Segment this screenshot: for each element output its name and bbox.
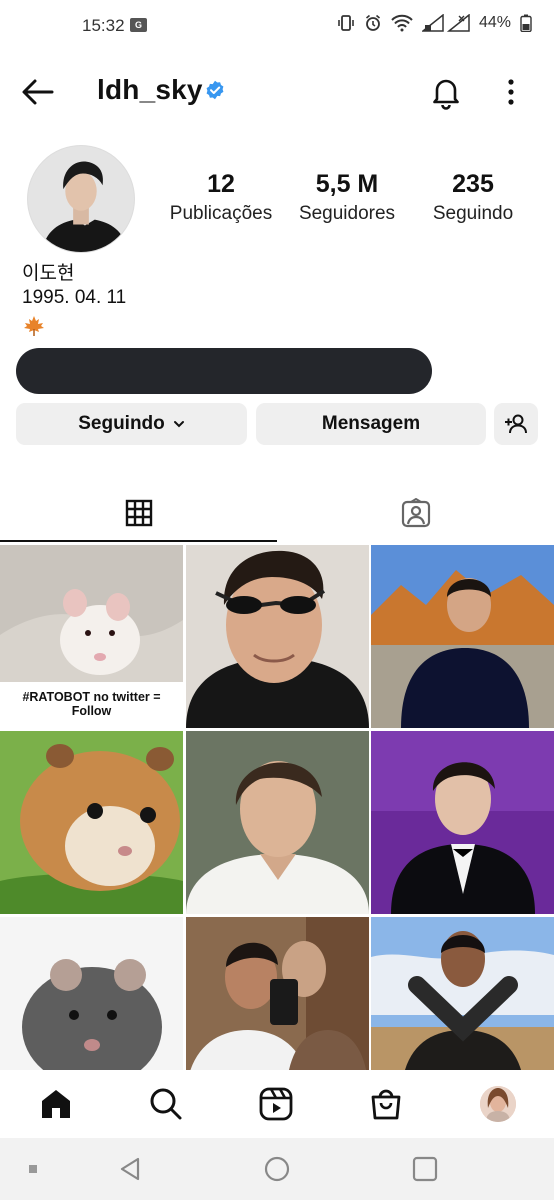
post-image-man-landscape bbox=[371, 545, 554, 728]
message-button-label: Mensagem bbox=[321, 413, 421, 434]
tagged-person-icon bbox=[401, 498, 430, 528]
stat-posts[interactable]: 12 Publicações bbox=[160, 170, 282, 225]
post-image-man-gloves bbox=[371, 917, 554, 1070]
back-arrow-icon[interactable] bbox=[18, 74, 58, 110]
profile-avatar-tab[interactable] bbox=[480, 1086, 516, 1122]
post-image-grey-rat bbox=[0, 917, 183, 1070]
post-image-two-men-selfie bbox=[186, 917, 369, 1070]
following-button[interactable]: Seguindo bbox=[16, 403, 247, 445]
vibrate-icon bbox=[338, 15, 354, 31]
signal-icon bbox=[421, 14, 470, 32]
post-thumbnail[interactable] bbox=[0, 917, 183, 1070]
post-thumbnail[interactable] bbox=[186, 545, 369, 728]
post-thumbnail[interactable] bbox=[186, 731, 369, 914]
post-image-man-white-shirt bbox=[186, 731, 369, 914]
my-avatar-thumb bbox=[480, 1086, 516, 1122]
post-thumbnail[interactable] bbox=[371, 731, 554, 914]
post-thumbnail[interactable] bbox=[0, 731, 183, 914]
posts-label: Publicações bbox=[169, 203, 273, 224]
post-image-man-tuxedo bbox=[371, 731, 554, 914]
tab-tagged[interactable] bbox=[277, 484, 554, 542]
status-icons: 44% bbox=[337, 14, 532, 32]
profile-header: ldh_sky bbox=[0, 60, 554, 124]
add-person-icon bbox=[505, 414, 527, 434]
wifi-icon bbox=[391, 14, 413, 32]
followers-count: 5,5 M bbox=[315, 170, 379, 198]
active-tab-indicator bbox=[0, 540, 277, 542]
shop-icon[interactable] bbox=[368, 1086, 404, 1122]
home-circle-icon[interactable] bbox=[264, 1156, 290, 1182]
post-thumbnail[interactable] bbox=[371, 917, 554, 1070]
search-icon[interactable] bbox=[148, 1086, 184, 1122]
post-image-man-sunglasses bbox=[186, 545, 369, 728]
home-icon[interactable] bbox=[38, 1086, 74, 1122]
recents-dot-icon[interactable] bbox=[28, 1164, 38, 1174]
post-thumbnail[interactable] bbox=[371, 545, 554, 728]
stat-followers[interactable]: 5,5 M Seguidores bbox=[290, 170, 404, 225]
maple-leaf-icon bbox=[24, 316, 44, 336]
verified-badge-icon bbox=[206, 80, 224, 100]
post-thumbnail[interactable]: #RATOBOT no twitter = Follow bbox=[0, 545, 183, 728]
tab-posts-grid[interactable] bbox=[0, 484, 277, 542]
post-thumbnail[interactable] bbox=[186, 917, 369, 1070]
profile-avatar[interactable] bbox=[27, 145, 135, 253]
alarm-icon bbox=[365, 14, 380, 31]
notification-bell-icon[interactable] bbox=[428, 74, 464, 110]
battery-icon bbox=[520, 14, 532, 32]
reels-icon[interactable] bbox=[258, 1086, 294, 1122]
following-count: 235 bbox=[452, 170, 494, 198]
status-bar: 15:32 G 44% bbox=[0, 0, 554, 54]
bio-date: 1995. 04. 11 bbox=[22, 287, 127, 308]
bio-name: 이도현 bbox=[22, 263, 75, 284]
bottom-navigation bbox=[0, 1070, 554, 1138]
message-button[interactable]: Mensagem bbox=[256, 403, 486, 445]
posts-grid: #RATOBOT no twitter = Follow bbox=[0, 545, 554, 1070]
posts-count: 12 bbox=[207, 170, 235, 198]
following-button-label: Seguindo bbox=[78, 413, 165, 434]
followers-label: Seguidores bbox=[298, 203, 396, 224]
system-navigation bbox=[0, 1138, 554, 1200]
redacted-link bbox=[16, 348, 432, 394]
more-options-icon[interactable] bbox=[498, 76, 524, 108]
grid-icon bbox=[125, 499, 152, 527]
chevron-down-icon bbox=[173, 421, 184, 428]
following-label: Seguindo bbox=[432, 203, 514, 224]
avatar-portrait bbox=[28, 146, 134, 252]
post-caption: #RATOBOT no twitter = Follow bbox=[0, 682, 183, 728]
back-triangle-icon[interactable] bbox=[118, 1156, 142, 1182]
stat-following[interactable]: 235 Seguindo bbox=[418, 170, 528, 225]
profile-username: ldh_sky bbox=[97, 74, 203, 105]
suggest-user-button[interactable] bbox=[494, 403, 538, 445]
g-sync-icon: G bbox=[130, 18, 147, 32]
post-image-hamster bbox=[0, 731, 183, 914]
battery-percent: 44% bbox=[478, 14, 511, 31]
overview-square-icon[interactable] bbox=[412, 1156, 438, 1182]
status-time: 15:32 bbox=[82, 16, 125, 35]
